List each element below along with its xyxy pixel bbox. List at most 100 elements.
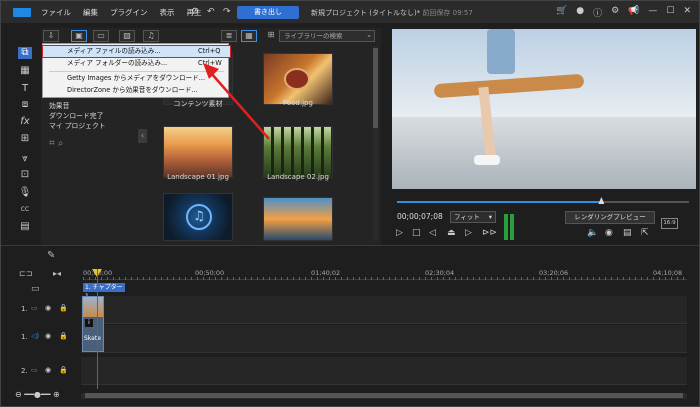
chapter-marker[interactable]: 1. チャプター 1 bbox=[83, 283, 125, 300]
playhead-line[interactable] bbox=[97, 269, 98, 389]
media-thumb-landscape-01[interactable] bbox=[163, 126, 233, 178]
clip-info-icon: i bbox=[85, 319, 93, 327]
app-logo bbox=[13, 8, 31, 17]
media-thumb-food[interactable] bbox=[263, 53, 333, 105]
render-preview-button[interactable]: レンダリングプレビュー bbox=[565, 211, 655, 224]
audio-track-1[interactable] bbox=[81, 325, 687, 353]
previous-frame-icon[interactable]: ◁ bbox=[429, 228, 436, 238]
library-scroll-thumb[interactable] bbox=[373, 48, 378, 128]
effects-room-icon[interactable]: fx bbox=[18, 116, 32, 128]
media-thumb-music[interactable]: ♫ bbox=[163, 193, 233, 241]
info-icon[interactable]: ⓘ bbox=[593, 6, 602, 19]
export-button[interactable]: 書き出し bbox=[237, 6, 299, 19]
timeline-zoom-icon[interactable]: ▸◂ bbox=[53, 269, 61, 278]
preview-shoe bbox=[474, 155, 500, 165]
edit-tools-icon[interactable]: ✎ bbox=[47, 250, 55, 261]
lock-icon[interactable]: 🔒 bbox=[59, 332, 68, 340]
media-thumb-sunset[interactable] bbox=[263, 197, 333, 241]
timeline-scroll-thumb[interactable] bbox=[85, 393, 683, 398]
lock-icon[interactable]: 🔒 bbox=[59, 366, 68, 374]
import-icon[interactable]: ⇩ bbox=[43, 30, 59, 42]
visibility-eye-icon[interactable]: ◉ bbox=[45, 332, 51, 340]
tree-item-downloads[interactable]: ダウンロード完了 bbox=[46, 111, 136, 121]
maximize-icon[interactable]: ☐ bbox=[666, 6, 674, 19]
media-room-icon[interactable]: ⧉ bbox=[18, 47, 32, 59]
timeline-zoom-slider[interactable]: ⊖ ━━●━━ ⊕ bbox=[15, 390, 60, 399]
menu-import-media-folder[interactable]: メディア フォルダーの読み込み... Ctrl+W bbox=[43, 58, 230, 69]
microphone-icon[interactable]: 🎙 bbox=[18, 187, 32, 199]
forest-trees bbox=[264, 127, 332, 177]
volume-icon[interactable]: 🔈 bbox=[587, 228, 598, 238]
timeline-clip[interactable]: i Skate bbox=[82, 296, 104, 352]
timecode-display[interactable]: 00;00;07;08 bbox=[397, 212, 443, 221]
track-header-video-1: 1. ▭ ◉ 🔒 bbox=[13, 299, 79, 324]
video-track-1[interactable] bbox=[81, 296, 687, 324]
video-filter-icon[interactable]: ▭ bbox=[93, 30, 109, 42]
library-search-input[interactable]: ライブラリーの検索 ⌕ bbox=[279, 30, 375, 42]
preview-window[interactable] bbox=[392, 29, 696, 189]
menu-download-directorzone[interactable]: DirectorZone から効果音をダウンロード... bbox=[43, 85, 230, 96]
tag-icons[interactable]: ⌗ ⌕ bbox=[46, 139, 136, 149]
tree-item-sound-effects[interactable]: 効果音 bbox=[46, 101, 136, 111]
close-icon[interactable]: ✕ bbox=[683, 6, 691, 19]
gear-icon[interactable]: ⚙ bbox=[611, 6, 619, 19]
tree-item-my-projects[interactable]: マイ プロジェクト bbox=[46, 121, 136, 131]
undo-icon[interactable]: ↶ bbox=[207, 7, 215, 17]
play-icon[interactable]: ▷ bbox=[396, 228, 403, 238]
minimize-icon[interactable]: — bbox=[648, 6, 657, 19]
subtitle-icon[interactable]: ▤ bbox=[623, 228, 632, 238]
subtitle-room-icon[interactable]: CC bbox=[18, 204, 32, 216]
menu-download-getty[interactable]: Getty Images からメディアをダウンロード... bbox=[43, 73, 230, 84]
audio-filter-icon[interactable]: ♫ bbox=[143, 30, 159, 42]
media-thumb-landscape-02[interactable] bbox=[263, 126, 333, 178]
menu-plugins[interactable]: プラグイン bbox=[110, 7, 148, 18]
split-icon[interactable]: ⏏ bbox=[447, 228, 456, 238]
aspect-ratio-button[interactable]: 16:9 bbox=[661, 218, 678, 229]
visibility-eye-icon[interactable]: ◉ bbox=[45, 304, 51, 312]
user-icon[interactable]: ● bbox=[576, 6, 584, 19]
timeline-scrollbar[interactable] bbox=[81, 393, 687, 399]
volume-meter-left bbox=[504, 214, 508, 240]
audio-mix-icon[interactable]: ⊡ bbox=[18, 169, 32, 181]
next-frame-icon[interactable]: ▷ bbox=[465, 228, 472, 238]
search-icon[interactable]: ⌕ bbox=[367, 31, 371, 41]
menu-file[interactable]: ファイル bbox=[41, 7, 71, 18]
track-header-audio-1: 1. ◁) ◉ 🔒 bbox=[13, 327, 79, 352]
undock-icon[interactable]: ⇱ bbox=[641, 228, 649, 238]
chapter-marker-icon[interactable]: ▭ bbox=[31, 284, 40, 294]
menu-edit[interactable]: 編集 bbox=[83, 7, 98, 18]
import-media-files-label: メディア ファイルの読み込み... bbox=[67, 47, 161, 55]
fx-room-icon[interactable]: ▦ bbox=[18, 65, 32, 77]
thumbnail-view-icon[interactable]: ▦ bbox=[241, 30, 257, 42]
fit-dropdown[interactable]: フィット ▾ bbox=[450, 211, 496, 223]
chapter-room-icon[interactable]: ▤ bbox=[18, 221, 32, 233]
list-view-icon[interactable]: ≣ bbox=[221, 30, 237, 42]
image-filter-icon[interactable]: ▨ bbox=[119, 30, 135, 42]
redo-icon[interactable]: ↷ bbox=[223, 7, 231, 17]
audio-track-icon: ◁) bbox=[31, 332, 40, 340]
transition-room-icon[interactable]: ⩔ bbox=[18, 153, 32, 165]
megaphone-icon[interactable]: 📢 bbox=[628, 6, 639, 19]
cart-icon[interactable]: 🛒 bbox=[556, 6, 567, 19]
timeline-fit-icon[interactable]: ⊏⊐ bbox=[19, 269, 32, 278]
window-title: 新規プロジェクト (タイトルなし)* 前回保存 09:57 bbox=[311, 8, 473, 18]
collapse-panel-button[interactable]: ‹ bbox=[138, 129, 147, 143]
ruler-tick: 04;10;08 bbox=[653, 269, 683, 277]
media-filter-icon[interactable]: ▣ bbox=[71, 30, 87, 42]
title-room-icon[interactable]: T bbox=[18, 83, 32, 95]
fast-forward-icon[interactable]: ⊳⊳ bbox=[482, 228, 497, 238]
settings-icon[interactable]: ⚙ bbox=[191, 7, 199, 17]
track-number: 1. bbox=[21, 305, 28, 313]
stop-icon[interactable]: □ bbox=[412, 228, 421, 238]
video-track-2[interactable] bbox=[81, 357, 687, 385]
visibility-eye-icon[interactable]: ◉ bbox=[45, 366, 51, 374]
menu-import-media-files[interactable]: メディア ファイルの読み込み... Ctrl+Q bbox=[42, 45, 231, 58]
menu-view[interactable]: 表示 bbox=[160, 7, 175, 18]
pip-room-icon[interactable]: ⧈ bbox=[18, 99, 32, 111]
particle-room-icon[interactable]: ⊞ bbox=[18, 133, 32, 145]
library-scrollbar[interactable] bbox=[373, 46, 378, 241]
ruler-tick: 01;40;02 bbox=[311, 269, 341, 277]
lock-icon[interactable]: 🔒 bbox=[59, 304, 68, 312]
snapshot-icon[interactable]: ◉ bbox=[605, 228, 613, 238]
grid-view-icon[interactable]: ⊞ bbox=[263, 30, 279, 42]
